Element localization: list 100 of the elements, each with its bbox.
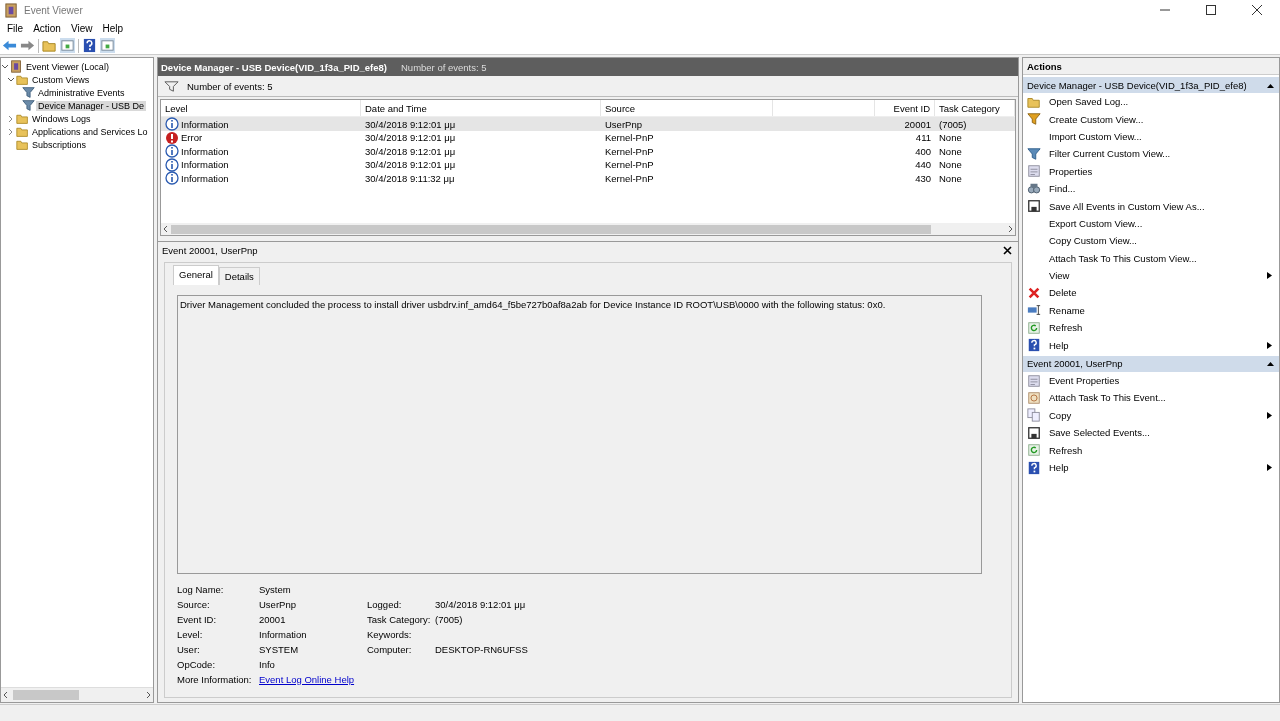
event-row[interactable]: Information 30/4/2018 9:11:32 μμ Kernel-PnP 430 None (161, 171, 1015, 185)
funnel-icon (1027, 146, 1041, 161)
event-title: Event 20001, UserPnp (162, 244, 258, 256)
tree-item[interactable]: Windows Logs (30, 113, 93, 124)
table-cell: Kernel-PnP (605, 145, 654, 157)
menu-item[interactable]: Action (28, 23, 66, 34)
caret-icon (1267, 82, 1274, 88)
table-cell: Information (181, 118, 229, 130)
command-item[interactable]: Refresh (1023, 319, 1279, 337)
command-item[interactable]: Delete (1023, 284, 1279, 302)
expander-icon[interactable] (7, 75, 15, 84)
command-item[interactable]: Refresh (1023, 441, 1279, 459)
command-item[interactable]: Rename (1023, 301, 1279, 320)
table-cell: 20001 (904, 118, 931, 130)
command-item[interactable]: View (1023, 266, 1279, 285)
tab[interactable]: General (173, 265, 219, 285)
command-item[interactable]: Save All Events in Custom View As... (1023, 197, 1279, 215)
panel-icon[interactable] (60, 38, 75, 53)
folder-icon (16, 112, 29, 125)
event-row[interactable]: Information 30/4/2018 9:12:01 μμ Kernel-PnP 440 None (161, 157, 1015, 172)
command-item[interactable]: Open Saved Log... (1023, 93, 1279, 111)
event-row[interactable]: Information 30/4/2018 9:12:01 μμ Kernel-PnP 400 None (161, 144, 1015, 158)
actions-header: Actions (1023, 58, 1279, 75)
tree-item[interactable]: Event Viewer (Local) (24, 61, 111, 72)
table-cell: Kernel-PnP (605, 159, 654, 171)
column-header[interactable]: Source (601, 100, 773, 116)
scrollbar-thumb[interactable] (13, 690, 79, 700)
properties-icon (1027, 373, 1041, 388)
tree-item[interactable]: Custom Views (30, 74, 92, 85)
command-item[interactable]: Save Selected Events... (1023, 424, 1279, 442)
command-item[interactable]: Copy Custom View... (1023, 232, 1279, 250)
command-item[interactable]: Find... (1023, 179, 1279, 198)
column-header[interactable]: Date and Time (361, 100, 601, 116)
field-value: 20001 (259, 613, 287, 625)
command-item[interactable]: Export Custom View... (1023, 214, 1279, 233)
expander-icon[interactable] (7, 114, 15, 123)
close-icon[interactable] (1003, 245, 1012, 255)
delete-icon (1027, 286, 1041, 300)
command-item[interactable]: Copy (1023, 406, 1279, 425)
tree-item[interactable]: Administrative Events (36, 87, 127, 98)
field-value: DESKTOP-RN6UFSS (435, 643, 529, 655)
table-cell: (7005) (939, 118, 967, 130)
field-label: OpCode: (177, 658, 217, 670)
column-header[interactable]: Task Category (935, 100, 1015, 116)
table-cell: 400 (915, 145, 931, 157)
field-value: SYSTEM (259, 643, 300, 655)
event-message: Driver Management concluded the process to install driver usbdrv.inf_amd64_f5be727b0af8a2ab for Device Instance ID ROOT\USB\0000 with the following status: 0x0. (177, 295, 982, 574)
forward-arrow-icon[interactable] (20, 38, 35, 53)
command-item[interactable]: Attach Task To This Custom View... (1023, 249, 1279, 267)
table-cell: None (939, 145, 962, 157)
funnel-icon (164, 78, 179, 94)
table-cell: None (939, 159, 962, 171)
table-cell: 30/4/2018 9:12:01 μμ (365, 118, 456, 130)
menu-item[interactable]: Help (97, 23, 128, 34)
info-icon (165, 171, 179, 186)
column-header[interactable]: Level (161, 100, 361, 116)
help-link[interactable]: Event Log Online Help (259, 673, 355, 685)
field-value: System (259, 584, 292, 595)
section-header[interactable]: Event 20001, UserPnp (1023, 355, 1279, 372)
save-icon (1027, 425, 1041, 440)
tab[interactable]: Details (218, 267, 260, 285)
field-label: User: (177, 643, 201, 655)
command-item[interactable]: Filter Current Custom View... (1023, 145, 1279, 163)
command-item[interactable]: Properties (1023, 162, 1279, 180)
command-item[interactable]: Attach Task To This Event... (1023, 389, 1279, 407)
expander-icon[interactable] (1, 62, 9, 71)
help-icon (1027, 460, 1041, 475)
column-header[interactable]: Event ID (875, 100, 935, 116)
table-cell: Information (181, 172, 229, 184)
event-row[interactable]: Error 30/4/2018 9:12:01 μμ Kernel-PnP 411 None (161, 130, 1015, 145)
command-item[interactable]: Event Properties (1023, 371, 1279, 390)
expander-icon[interactable] (7, 127, 15, 136)
table-cell: 30/4/2018 9:12:01 μμ (365, 145, 456, 157)
field-label: Keywords: (367, 628, 413, 640)
info-icon (165, 157, 179, 172)
command-item[interactable]: Import Custom View... (1023, 127, 1279, 146)
error-icon (165, 130, 179, 145)
scrollbar-thumb[interactable] (171, 224, 931, 234)
command-item[interactable]: Help (1023, 458, 1279, 477)
back-arrow-icon[interactable] (2, 38, 17, 53)
menu-item[interactable]: File (2, 23, 29, 34)
command-item[interactable]: Create Custom View... (1023, 110, 1279, 128)
command-item[interactable]: Help (1023, 336, 1279, 354)
section-header[interactable]: Device Manager - USB Device(VID_1f3a_PID_efe8) (1023, 77, 1279, 93)
help-icon[interactable] (82, 38, 97, 53)
field-label: Log Name: (177, 584, 225, 595)
menu-item[interactable]: View (65, 23, 98, 34)
binoculars-icon (1027, 181, 1041, 196)
tree-item[interactable]: Applications and Services Lo (30, 126, 150, 137)
event-row[interactable]: Information 30/4/2018 9:12:01 μμ UserPnp 20001 (7005) (161, 117, 1015, 131)
table-cell: None (939, 132, 962, 144)
tree-item[interactable]: Subscriptions (30, 139, 89, 150)
field-label: Logged: (367, 599, 403, 610)
event-count: Number of events: 5 (401, 61, 487, 73)
properties-icon (1027, 164, 1041, 179)
caret-icon (1267, 361, 1274, 367)
tree-item[interactable]: Device Manager - USB De (36, 100, 147, 111)
field-label: Event ID: (177, 613, 218, 625)
table-cell: 30/4/2018 9:11:32 μμ (365, 172, 455, 184)
funnel-icon (1027, 112, 1041, 127)
